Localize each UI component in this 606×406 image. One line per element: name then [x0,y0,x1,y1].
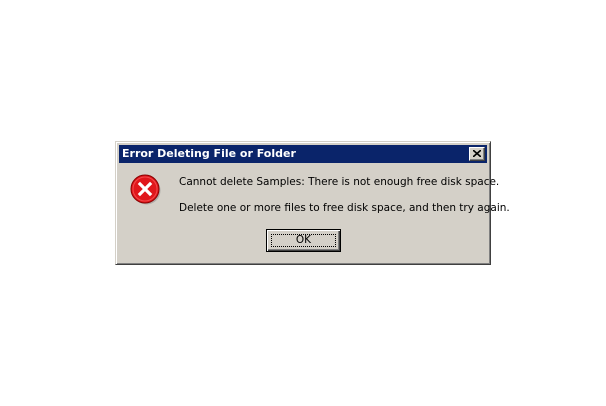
ok-button[interactable]: OK [266,229,341,252]
dialog-title: Error Deleting File or Folder [122,147,296,160]
close-button[interactable] [469,147,485,161]
ok-button-label: OK [295,234,312,246]
close-icon [473,150,481,157]
dialog-titlebar[interactable]: Error Deleting File or Folder [119,145,487,163]
error-hint: Delete one or more files to free disk sp… [179,202,510,214]
error-icon [130,174,161,205]
error-dialog: Error Deleting File or Folder Cannot del… [115,141,510,265]
error-message: Cannot delete Samples: There is not enou… [179,176,500,188]
